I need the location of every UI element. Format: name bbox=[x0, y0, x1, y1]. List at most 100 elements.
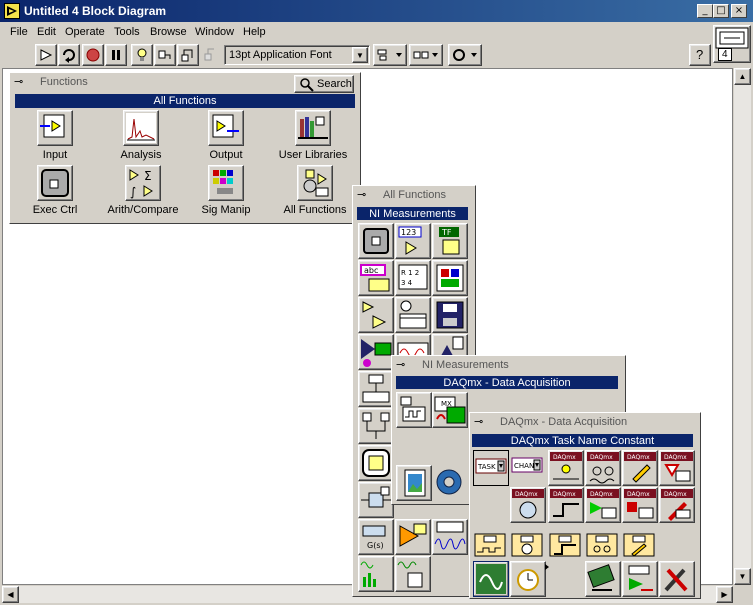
vi-icon-connector[interactable]: 4 bbox=[713, 25, 751, 63]
chevron-down-icon[interactable]: ▼ bbox=[352, 47, 368, 63]
time-dialog-tile-icon[interactable] bbox=[395, 297, 431, 333]
maximize-button[interactable]: □ bbox=[713, 4, 729, 18]
scroll-left-icon[interactable]: ◀ bbox=[2, 586, 19, 603]
menu-window[interactable]: Window bbox=[195, 26, 234, 38]
daqmx-tile-icon[interactable] bbox=[396, 392, 432, 428]
scroll-down-icon[interactable]: ▼ bbox=[734, 568, 751, 585]
string-tile-icon[interactable]: abc bbox=[358, 260, 394, 296]
daq-assistant-icon[interactable] bbox=[473, 561, 509, 597]
palette-item-sig-manip[interactable]: Sig Manip bbox=[191, 165, 261, 217]
network-tile-icon[interactable] bbox=[358, 408, 394, 444]
svg-text:TF: TF bbox=[441, 228, 452, 237]
step-out-icon[interactable] bbox=[200, 44, 222, 66]
scroll-right-icon[interactable]: ▶ bbox=[716, 586, 733, 603]
daqmx-start-task-icon[interactable]: DAQmx bbox=[585, 487, 621, 523]
run-continuously-button[interactable] bbox=[58, 44, 80, 66]
submenu-arrow-icon bbox=[545, 564, 549, 570]
palette-item-user-libraries[interactable]: User Libraries bbox=[273, 110, 353, 162]
menu-help[interactable]: Help bbox=[243, 26, 266, 38]
palette-item-exec-ctrl[interactable]: Exec Ctrl bbox=[20, 165, 90, 217]
spectral-tile-icon[interactable] bbox=[358, 556, 394, 592]
palette-title: Functions bbox=[40, 76, 88, 88]
task-name-constant-icon[interactable]: TASK bbox=[473, 450, 509, 486]
daqmx-start-trigger-icon[interactable]: DAQmx bbox=[548, 487, 584, 523]
svg-text:123: 123 bbox=[401, 228, 416, 237]
align-objects-button[interactable] bbox=[373, 44, 407, 66]
svg-text:R 1 2: R 1 2 bbox=[401, 269, 419, 277]
menu-browse[interactable]: Browse bbox=[150, 26, 187, 38]
highlight-execution-icon[interactable] bbox=[131, 44, 153, 66]
thumbtack-icon[interactable]: ⊸ bbox=[357, 188, 366, 201]
palette-item-input[interactable]: Input bbox=[20, 110, 90, 162]
daqmx-clear-task-icon[interactable]: DAQmx bbox=[659, 487, 695, 523]
palette-item-arith-compare[interactable]: Σ ∫ Arith/Compare bbox=[103, 165, 183, 217]
thumbtack-icon[interactable]: ⊸ bbox=[14, 75, 23, 88]
channel-name-constant-icon[interactable]: CHAN bbox=[510, 450, 546, 486]
connectivity-tile-icon[interactable] bbox=[358, 482, 394, 518]
trigger-property-node-icon[interactable] bbox=[548, 532, 584, 568]
menu-file[interactable]: File bbox=[10, 26, 28, 38]
tools-icon[interactable] bbox=[659, 561, 695, 597]
window-title-bar[interactable]: Untitled 4 Block Diagram _ □ × bbox=[0, 0, 753, 22]
daq-tag-text: DAQmx bbox=[515, 491, 538, 498]
image-tile-icon[interactable] bbox=[396, 465, 432, 501]
menu-tools[interactable]: Tools bbox=[114, 26, 140, 38]
menu-operate[interactable]: Operate bbox=[65, 26, 105, 38]
report-tile-icon[interactable] bbox=[358, 445, 394, 481]
comm-tile-icon[interactable] bbox=[358, 371, 394, 407]
vertical-scrollbar[interactable]: ▲ ▼ bbox=[734, 68, 751, 585]
daq-tag-text: DAQmx bbox=[590, 454, 613, 461]
control-design-tile-icon[interactable]: G(s) bbox=[358, 519, 394, 555]
daqmx-assistant-tile-icon[interactable]: MX bbox=[432, 392, 468, 428]
cluster-tile-icon[interactable] bbox=[432, 260, 468, 296]
palette-item-label: Analysis bbox=[120, 149, 162, 161]
daqmx-create-channel-icon[interactable]: DAQmx bbox=[548, 450, 584, 486]
daqmx-timing-icon[interactable]: DAQmx bbox=[510, 487, 546, 523]
palette-title: DAQmx - Data Acquisition bbox=[500, 416, 628, 428]
palette-banner: DAQmx Task Name Constant bbox=[472, 434, 693, 447]
palette-item-output[interactable]: Output bbox=[191, 110, 261, 162]
ni-measurements-tile-icon[interactable] bbox=[358, 334, 394, 370]
boolean-tile-icon[interactable]: TF bbox=[432, 223, 468, 259]
exec-ctrl-tile-icon[interactable] bbox=[358, 223, 394, 259]
palette-item-all-functions[interactable]: All Functions bbox=[275, 165, 355, 217]
daqmx-trigger-icon[interactable]: DAQmx bbox=[659, 450, 695, 486]
sound-tile-icon[interactable] bbox=[395, 556, 431, 592]
labview-app-icon bbox=[4, 3, 20, 19]
scroll-up-icon[interactable]: ▲ bbox=[734, 68, 751, 85]
user-libraries-icon bbox=[295, 110, 331, 146]
reorder-button[interactable] bbox=[448, 44, 482, 66]
express-tile-icon[interactable] bbox=[395, 519, 431, 555]
search-button[interactable]: Search bbox=[294, 75, 354, 93]
run-button[interactable] bbox=[35, 44, 57, 66]
signal-tile-icon[interactable] bbox=[432, 519, 468, 555]
menu-edit[interactable]: Edit bbox=[37, 26, 56, 38]
daqmx-stop-task-icon[interactable]: DAQmx bbox=[622, 487, 658, 523]
pause-button[interactable] bbox=[105, 44, 127, 66]
comparison-tile-icon[interactable] bbox=[358, 297, 394, 333]
step-into-icon[interactable] bbox=[154, 44, 176, 66]
timing-express-icon[interactable] bbox=[510, 561, 546, 597]
step-over-icon[interactable] bbox=[177, 44, 199, 66]
window-title: Untitled 4 Block Diagram bbox=[24, 4, 167, 18]
palette-title: All Functions bbox=[383, 189, 446, 201]
font-select[interactable]: 13pt Application Font ▼ bbox=[224, 45, 370, 65]
minimize-button[interactable]: _ bbox=[697, 4, 713, 18]
vision-tile-icon[interactable] bbox=[432, 465, 468, 501]
distribute-objects-button[interactable] bbox=[409, 44, 443, 66]
svg-text:3 4: 3 4 bbox=[401, 279, 413, 287]
daqmx-device-config-icon[interactable] bbox=[585, 561, 621, 597]
numeric-tile-icon[interactable]: 123 bbox=[395, 223, 431, 259]
array-tile-icon[interactable]: R 1 2 3 4 bbox=[395, 260, 431, 296]
context-help-button[interactable]: ? bbox=[689, 44, 711, 66]
close-button[interactable]: × bbox=[731, 4, 747, 18]
daqmx-read-icon[interactable]: DAQmx bbox=[585, 450, 621, 486]
palette-item-analysis[interactable]: Analysis bbox=[106, 110, 176, 162]
thumbtack-icon[interactable]: ⊸ bbox=[396, 358, 405, 371]
file-io-tile-icon[interactable] bbox=[432, 297, 468, 333]
daqmx-advanced-icon[interactable] bbox=[622, 561, 658, 597]
abort-button[interactable] bbox=[82, 44, 104, 66]
menu-bar: File Edit Operate Tools Browse Window He… bbox=[0, 22, 710, 42]
daqmx-write-icon[interactable]: DAQmx bbox=[622, 450, 658, 486]
thumbtack-icon[interactable]: ⊸ bbox=[474, 415, 483, 428]
